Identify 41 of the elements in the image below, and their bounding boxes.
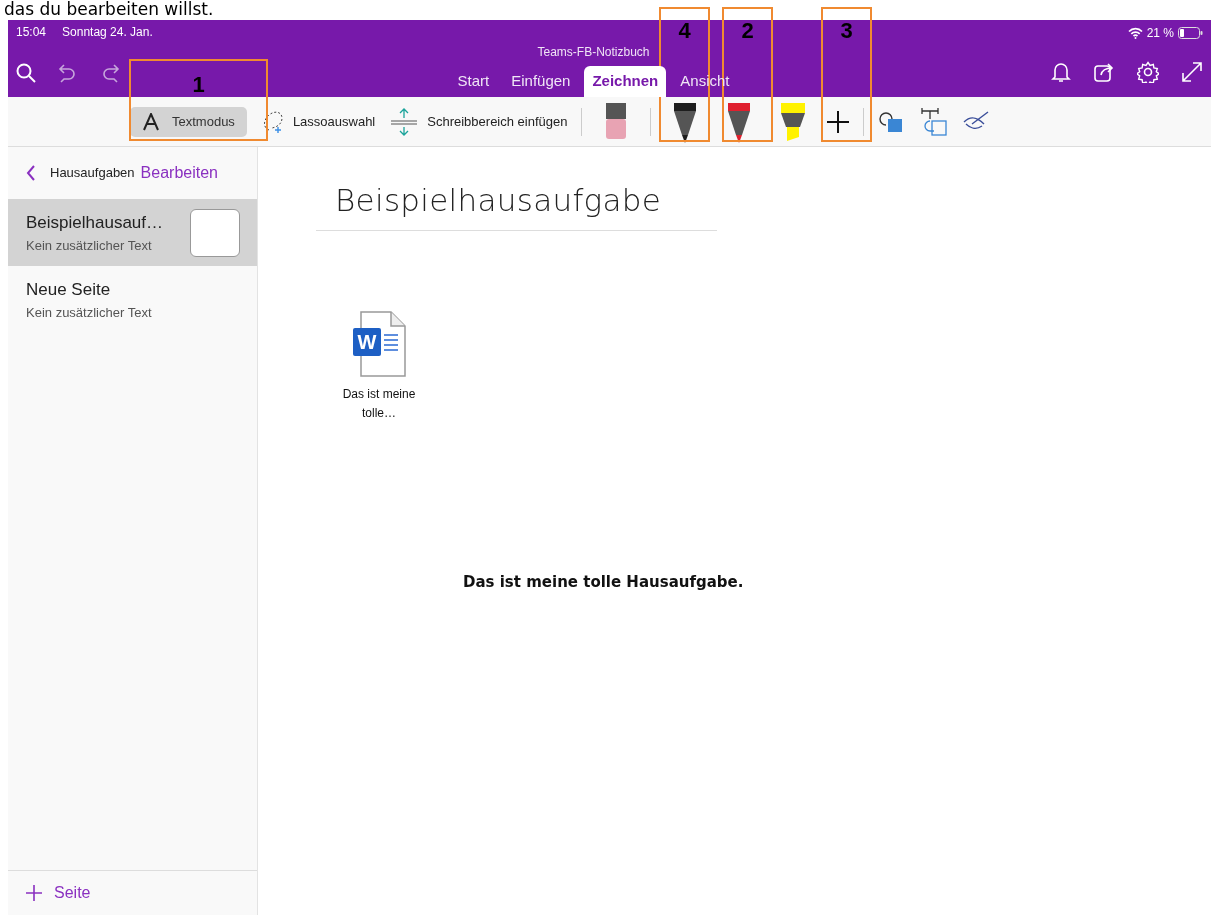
page-list-item[interactable]: Beispielhausauf… Kein zusätzlicher Text: [8, 199, 257, 266]
notebook-title: Teams-FB-Notizbuch: [537, 43, 650, 61]
lasso-button[interactable]: Lassoauswahl: [260, 109, 376, 134]
settings-icon[interactable]: [1137, 61, 1159, 83]
page-item-title: Neue Seite: [26, 279, 112, 301]
search-icon[interactable]: [16, 63, 36, 83]
undo-icon[interactable]: [58, 63, 78, 83]
document-text: das du bearbeiten willst.: [4, 0, 214, 19]
plus-icon[interactable]: [827, 110, 850, 133]
text-icon: [142, 112, 160, 131]
redo-icon[interactable]: [100, 63, 120, 83]
page-item-preview: Kein zusätzlicher Text: [26, 236, 153, 255]
back-icon[interactable]: [26, 165, 36, 181]
page-item-preview: Kein zusätzlicher Text: [26, 303, 152, 322]
edit-button[interactable]: Bearbeiten: [140, 161, 218, 185]
resize-icon[interactable]: [918, 106, 949, 137]
expand-icon[interactable]: [1181, 61, 1203, 83]
status-date: Sonntag 24. Jan.: [62, 24, 153, 41]
battery-icon: [1178, 26, 1203, 39]
annotation-number: 3: [839, 19, 854, 43]
ribbon-tab[interactable]: Zeichnen: [584, 65, 667, 97]
attachment-caption: Das ist meine tolle…: [341, 385, 417, 422]
battery-percent: 21 %: [1146, 24, 1174, 42]
add-page-button[interactable]: Seite: [54, 881, 91, 905]
ribbon-tab[interactable]: Einfügen: [503, 65, 579, 97]
page-item-title: Beispielhausauf…: [26, 212, 164, 234]
bell-icon[interactable]: [1051, 61, 1071, 83]
share-icon[interactable]: [1093, 61, 1115, 83]
page-list-item[interactable]: Neue Seite Kein zusätzlicher Text: [8, 266, 257, 333]
annotation-number: 4: [677, 19, 692, 43]
ribbon-tab[interactable]: Start: [449, 65, 498, 97]
note-text[interactable]: Das ist meine tolle Hausaufgabe.: [463, 570, 1211, 593]
annotation-number: 2: [740, 19, 755, 43]
page-title[interactable]: Beispielhausaufgabe: [316, 177, 717, 231]
wifi-icon: [1127, 26, 1143, 39]
status-time: 15:04: [16, 24, 47, 41]
insert-space-icon: [389, 106, 420, 137]
insert-space-button[interactable]: Schreibbereich einfügen: [389, 106, 568, 137]
section-name: Hausaufgaben: [50, 164, 135, 183]
text-mode-button[interactable]: Textmodus: [130, 106, 247, 137]
annotation-number: 1: [191, 73, 206, 97]
